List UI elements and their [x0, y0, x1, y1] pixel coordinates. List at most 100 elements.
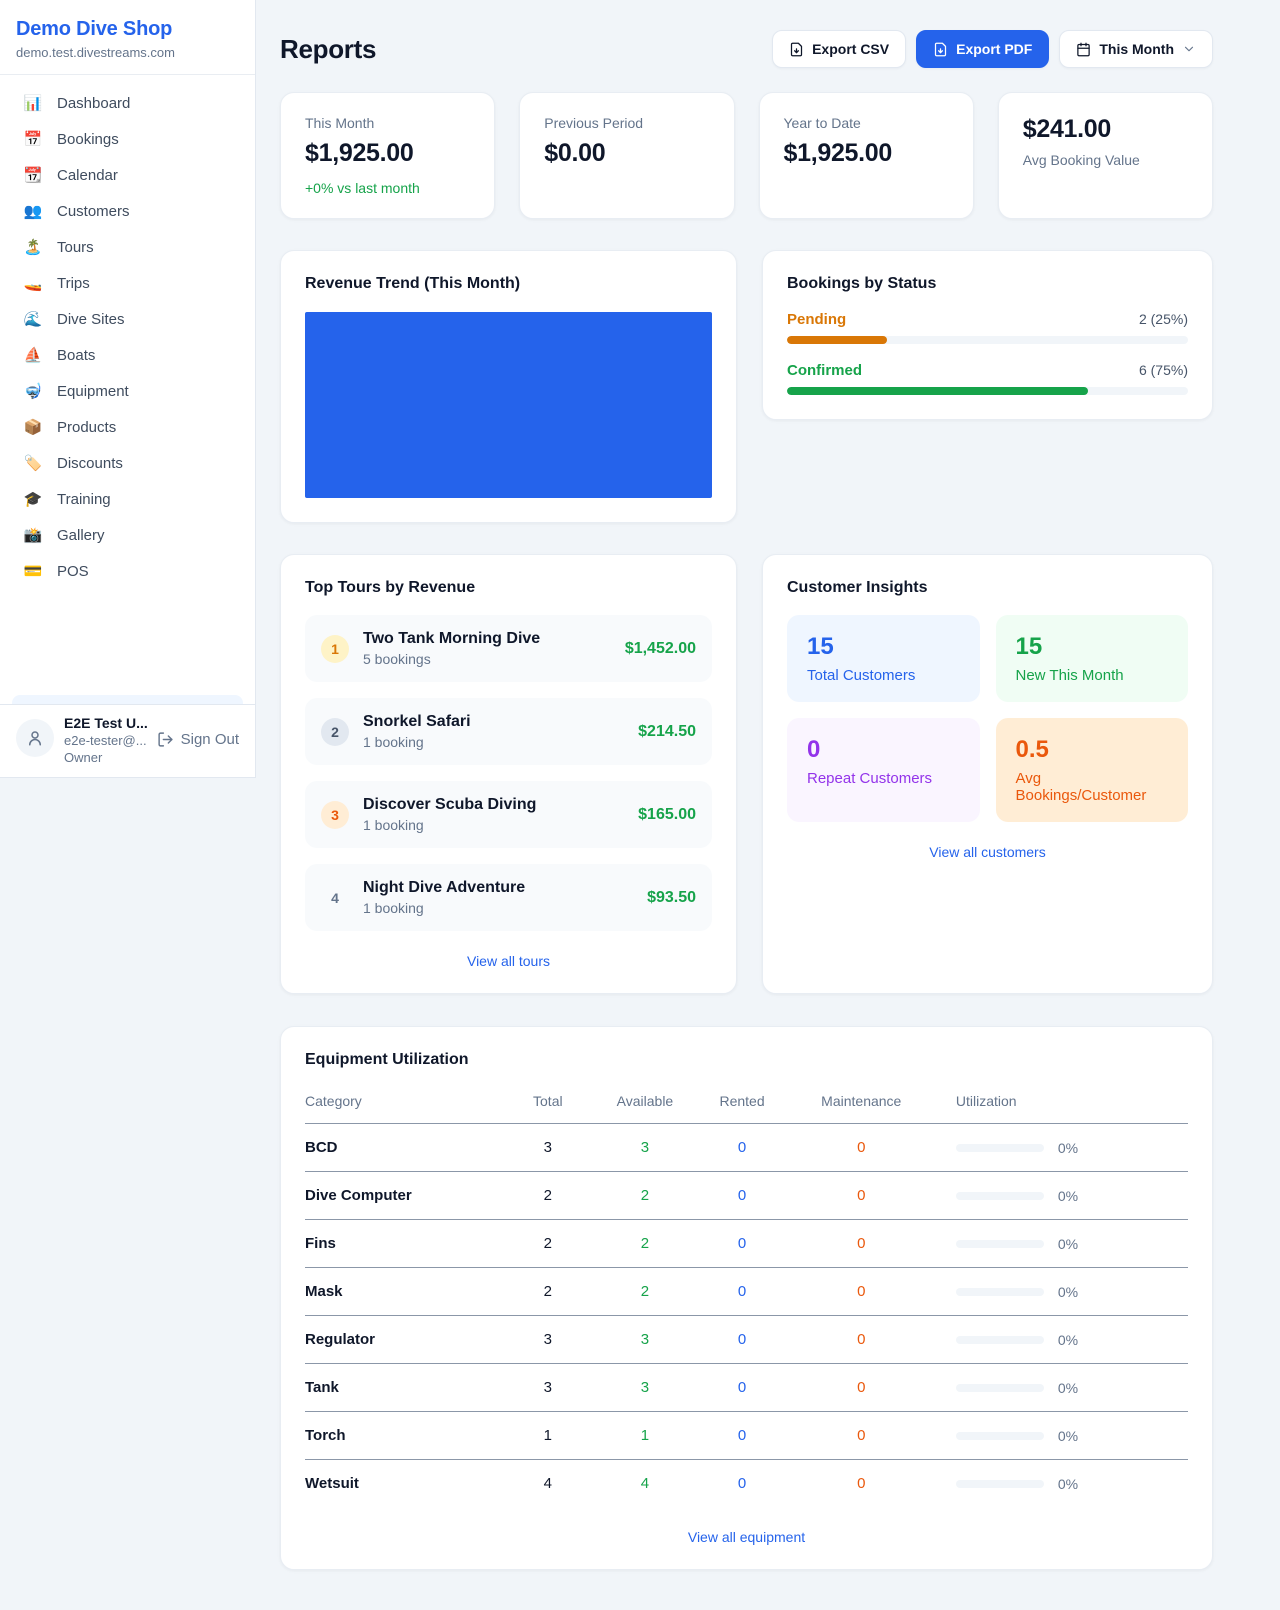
- list-item: 4 Night Dive Adventure 1 booking $93.50: [305, 864, 712, 931]
- tour-name: Night Dive Adventure: [363, 879, 633, 897]
- sidebar-item-label: Training: [57, 491, 111, 508]
- view-all-customers-link[interactable]: View all customers: [787, 844, 1188, 860]
- rank-badge: 3: [321, 801, 349, 829]
- file-download-icon: [933, 42, 948, 57]
- utilization-bar: [956, 1192, 1044, 1200]
- rank-badge: 1: [321, 635, 349, 663]
- user-icon: [26, 729, 44, 747]
- sidebar-item-products[interactable]: 📦 Products: [12, 409, 243, 445]
- progress-track: [787, 387, 1188, 395]
- header-actions: Export CSV Export PDF This Month: [772, 30, 1213, 68]
- speedboat-icon: 🚤: [22, 274, 44, 292]
- utilization-bar: [956, 1432, 1044, 1440]
- stats-row: This Month $1,925.00 +0% vs last month P…: [280, 92, 1213, 219]
- sidebar-item-calendar[interactable]: 📆 Calendar: [12, 157, 243, 193]
- calendar-outline-icon: [1076, 42, 1091, 57]
- sign-out-button[interactable]: Sign Out: [157, 731, 239, 748]
- table-row: BCD 3 3 0 0 0%: [305, 1124, 1188, 1172]
- cell-rented: 0: [694, 1412, 791, 1460]
- sidebar-item-equipment[interactable]: 🤿 Equipment: [12, 373, 243, 409]
- stat-value: $1,925.00: [305, 139, 470, 168]
- cell-total: 1: [499, 1412, 596, 1460]
- cell-rented: 0: [694, 1172, 791, 1220]
- stat-value: $1,925.00: [784, 139, 949, 168]
- cell-available: 3: [596, 1316, 693, 1364]
- page-header: Reports Export CSV Export PDF This Month: [280, 30, 1213, 68]
- column-header: Maintenance: [791, 1083, 932, 1124]
- tile-value: 0.5: [1016, 736, 1169, 764]
- sidebar-item-boats[interactable]: ⛵ Boats: [12, 337, 243, 373]
- stat-label: Previous Period: [544, 115, 709, 131]
- log-out-icon: [157, 731, 174, 748]
- period-dropdown[interactable]: This Month: [1059, 30, 1213, 68]
- utilization-bar: [956, 1240, 1044, 1248]
- column-header: Total: [499, 1083, 596, 1124]
- table-row: Wetsuit 4 4 0 0 0%: [305, 1460, 1188, 1508]
- cell-total: 3: [499, 1364, 596, 1412]
- cell-total: 2: [499, 1268, 596, 1316]
- stat-card-year-to-date: Year to Date $1,925.00: [759, 92, 974, 219]
- sidebar-item-dashboard[interactable]: 📊 Dashboard: [12, 85, 243, 121]
- cell-rented: 0: [694, 1316, 791, 1364]
- sidebar-item-discounts[interactable]: 🏷️ Discounts: [12, 445, 243, 481]
- customer-insights-panel: Customer Insights 15 Total Customers 15 …: [762, 554, 1213, 994]
- sidebar-item-pos[interactable]: 💳 POS: [12, 553, 243, 589]
- table-row: Regulator 3 3 0 0 0%: [305, 1316, 1188, 1364]
- sidebar-item-dive-sites[interactable]: 🌊 Dive Sites: [12, 301, 243, 337]
- sidebar-item-label: Bookings: [57, 131, 119, 148]
- rank-badge: 4: [321, 884, 349, 912]
- customers-icon: 👥: [22, 202, 44, 220]
- tour-name: Discover Scuba Diving: [363, 796, 624, 814]
- active-nav-item-partial: [12, 695, 243, 704]
- bookings-by-status-panel: Bookings by Status Pending 2 (25%) Confi…: [762, 250, 1213, 420]
- progress-fill: [787, 336, 887, 344]
- column-header: Rented: [694, 1083, 791, 1124]
- export-csv-button[interactable]: Export CSV: [772, 30, 906, 68]
- tour-revenue: $93.50: [647, 889, 696, 907]
- credit-card-icon: 💳: [22, 562, 44, 580]
- cell-maintenance: 0: [791, 1460, 932, 1508]
- period-label: This Month: [1099, 41, 1174, 57]
- cell-maintenance: 0: [791, 1124, 932, 1172]
- sidebar-item-label: Products: [57, 419, 116, 436]
- stat-card-previous-period: Previous Period $0.00: [519, 92, 734, 219]
- rank-badge: 2: [321, 718, 349, 746]
- equipment-utilization-panel: Equipment Utilization Category Total Ava…: [280, 1026, 1213, 1570]
- sidebar-item-trips[interactable]: 🚤 Trips: [12, 265, 243, 301]
- top-tours-title: Top Tours by Revenue: [305, 579, 712, 597]
- utilization-bar: [956, 1480, 1044, 1488]
- revenue-trend-chart: [305, 312, 712, 498]
- tile-value: 15: [807, 633, 960, 661]
- stat-label: This Month: [305, 115, 470, 131]
- camera-icon: 📸: [22, 526, 44, 544]
- stat-label: Year to Date: [784, 115, 949, 131]
- cell-maintenance: 0: [791, 1364, 932, 1412]
- sidebar-item-label: POS: [57, 563, 89, 580]
- export-pdf-button[interactable]: Export PDF: [916, 30, 1049, 68]
- sidebar-item-label: Trips: [57, 275, 90, 292]
- sidebar-item-customers[interactable]: 👥 Customers: [12, 193, 243, 229]
- island-icon: 🏝️: [22, 238, 44, 256]
- tile-value: 15: [1016, 633, 1169, 661]
- sidebar-item-tours[interactable]: 🏝️ Tours: [12, 229, 243, 265]
- status-count: 6 (75%): [1139, 362, 1188, 378]
- sidebar-item-training[interactable]: 🎓 Training: [12, 481, 243, 517]
- table-row: Torch 1 1 0 0 0%: [305, 1412, 1188, 1460]
- charts-row: Revenue Trend (This Month) Bookings by S…: [280, 250, 1213, 523]
- view-all-tours-link[interactable]: View all tours: [305, 953, 712, 969]
- sidebar-item-gallery[interactable]: 📸 Gallery: [12, 517, 243, 553]
- list-item: 1 Two Tank Morning Dive 5 bookings $1,45…: [305, 615, 712, 682]
- sidebar-item-bookings[interactable]: 📅 Bookings: [12, 121, 243, 157]
- shop-domain: demo.test.divestreams.com: [16, 45, 239, 60]
- tour-name: Snorkel Safari: [363, 713, 624, 731]
- user-meta: E2E Test U... e2e-tester@... Owner: [64, 715, 157, 765]
- utilization-bar: [956, 1336, 1044, 1344]
- sign-out-label: Sign Out: [181, 731, 239, 748]
- tour-bookings: 1 booking: [363, 817, 624, 833]
- cell-available: 4: [596, 1460, 693, 1508]
- cell-category: Dive Computer: [305, 1172, 499, 1220]
- status-label: Pending: [787, 311, 846, 328]
- utilization-bar: [956, 1288, 1044, 1296]
- cell-total: 2: [499, 1172, 596, 1220]
- view-all-equipment-link[interactable]: View all equipment: [305, 1529, 1188, 1545]
